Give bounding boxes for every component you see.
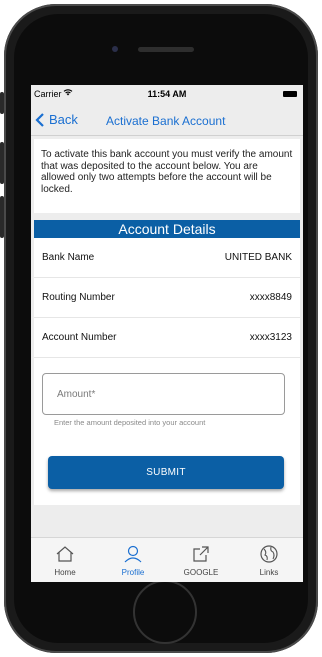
battery-icon — [283, 91, 297, 97]
row-label: Bank Name — [42, 252, 95, 263]
account-details-header: Account Details — [34, 220, 300, 238]
mute-switch — [0, 92, 4, 114]
globe-icon — [260, 545, 278, 563]
tab-profile[interactable]: Profile — [99, 538, 167, 582]
home-icon — [56, 546, 74, 562]
back-button[interactable]: Back — [35, 112, 78, 127]
row-value: UNITED BANK — [224, 252, 292, 263]
tab-bar: Home Profile GOOGLE Links — [31, 537, 303, 582]
volume-up-button — [0, 142, 4, 184]
status-time: 11:54 AM — [147, 89, 187, 99]
home-button[interactable] — [133, 580, 197, 644]
status-bar: Carrier 11:54 AM — [31, 85, 303, 105]
submit-button[interactable]: SUBMIT — [48, 456, 284, 489]
navigation-bar: Back Activate Bank Account — [31, 105, 303, 136]
row-label: Account Number — [42, 332, 117, 343]
tab-google[interactable]: GOOGLE — [167, 538, 235, 582]
back-label: Back — [49, 112, 78, 127]
volume-down-button — [0, 196, 4, 238]
earpiece-speaker — [138, 47, 194, 52]
chevron-left-icon — [35, 112, 44, 127]
verification-notice: To activate this bank account you must v… — [34, 139, 300, 213]
external-link-icon — [193, 546, 209, 562]
tab-label: GOOGLE — [183, 568, 219, 577]
account-row-bank-name: Bank Name UNITED BANK — [34, 238, 300, 278]
amount-field[interactable] — [42, 373, 285, 415]
tab-label: Links — [259, 568, 279, 577]
tab-label: Profile — [121, 568, 145, 577]
account-details-card: Account Details Bank Name UNITED BANK Ro… — [34, 220, 300, 505]
profile-icon — [124, 545, 142, 563]
account-row-account-number: Account Number xxxx3123 — [34, 318, 300, 358]
amount-helper-text: Enter the amount deposited into your acc… — [54, 418, 206, 427]
tab-home[interactable]: Home — [31, 538, 99, 582]
page-title: Activate Bank Account — [106, 114, 226, 128]
app-screen: Carrier 11:54 AM Back Activate Bank Acco… — [31, 85, 303, 582]
account-row-routing-number: Routing Number xxxx8849 — [34, 278, 300, 318]
row-value: xxxx8849 — [249, 292, 292, 303]
row-label: Routing Number — [42, 292, 115, 303]
front-camera — [112, 46, 118, 52]
row-value: xxxx3123 — [249, 332, 292, 343]
tab-label: Home — [54, 568, 76, 577]
amount-input[interactable] — [55, 388, 279, 401]
tab-links[interactable]: Links — [235, 538, 303, 582]
